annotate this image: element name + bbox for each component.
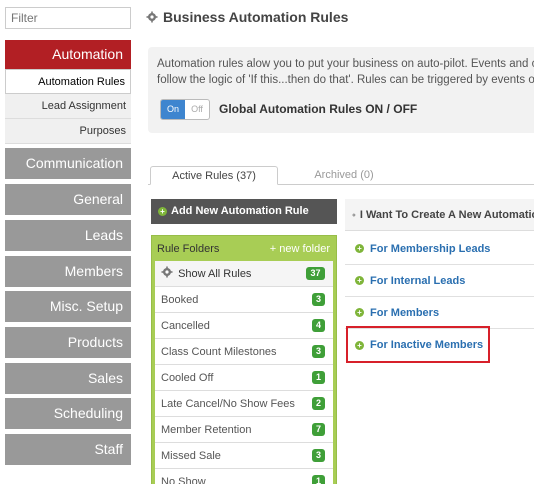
folder-label: Show All Rules <box>178 268 252 280</box>
page-title: Business Automation Rules <box>146 9 348 25</box>
folder-label: Missed Sale <box>161 450 221 462</box>
highlight-box <box>346 326 490 363</box>
nav-purposes[interactable]: Purposes <box>5 119 131 144</box>
plus-icon: + <box>355 308 364 317</box>
plus-icon: + <box>158 207 167 216</box>
rule-folders-panel: Rule Folders + new folder Show All Rules… <box>151 235 337 484</box>
folder-count-badge: 1 <box>312 371 325 384</box>
folder-item[interactable]: Late Cancel/No Show Fees 2 <box>155 391 333 417</box>
info-text: Automation rules alow you to put your bu… <box>157 56 534 88</box>
filter-input[interactable] <box>5 7 131 29</box>
toggle-off[interactable]: Off <box>185 100 209 119</box>
toggle-label: Global Automation Rules ON / OFF <box>219 102 418 116</box>
gear-icon <box>352 212 356 217</box>
rule-item-label: For Members <box>370 306 440 319</box>
folder-item[interactable]: Class Count Milestones 3 <box>155 339 333 365</box>
toggle-on[interactable]: On <box>161 100 185 119</box>
folder-count-badge: 3 <box>312 293 325 306</box>
folder-count-badge: 1 <box>312 475 325 484</box>
rule-item-label: For Membership Leads <box>370 242 491 255</box>
global-automation-toggle[interactable]: On Off <box>160 99 210 120</box>
tab-archived[interactable]: Archived (0) <box>280 166 408 185</box>
nav-members[interactable]: Members <box>5 256 131 287</box>
folder-label: Member Retention <box>161 424 252 436</box>
new-folder-link[interactable]: + new folder <box>270 243 330 255</box>
folder-count-badge: 7 <box>312 423 325 436</box>
create-for-members[interactable]: + For Members <box>345 297 534 329</box>
nav-leads[interactable]: Leads <box>5 220 131 251</box>
nav-scheduling[interactable]: Scheduling <box>5 398 131 429</box>
plus-icon: + <box>355 276 364 285</box>
folder-label: Booked <box>161 294 199 306</box>
create-automation-header: I Want To Create A New Automation <box>345 199 534 231</box>
folder-item[interactable]: Member Retention 7 <box>155 417 333 443</box>
rule-item-label: For Internal Leads <box>370 274 466 287</box>
folder-item[interactable]: Missed Sale 3 <box>155 443 333 469</box>
page-title-text: Business Automation Rules <box>163 9 349 25</box>
folder-count-badge: 2 <box>312 397 325 410</box>
info-box: Automation rules alow you to put your bu… <box>148 47 534 133</box>
info-line-1: Automation rules alow you to put your bu… <box>157 58 534 70</box>
folder-list: Show All Rules 37 Booked 3 Cancelled 4 C… <box>155 261 333 484</box>
folder-count-badge: 3 <box>312 345 325 358</box>
folder-item[interactable]: Cooled Off 1 <box>155 365 333 391</box>
nav-automation[interactable]: Automation <box>5 40 131 69</box>
nav-general[interactable]: General <box>5 184 131 215</box>
folder-item[interactable]: No Show 1 <box>155 469 333 484</box>
folder-show-all[interactable]: Show All Rules 37 <box>155 261 333 287</box>
gear-icon <box>146 11 158 23</box>
create-for-internal-leads[interactable]: + For Internal Leads <box>345 265 534 297</box>
nav-automation-rules[interactable]: Automation Rules <box>5 69 131 94</box>
create-header-text: I Want To Create A New Automation <box>359 208 534 221</box>
create-for-membership-leads[interactable]: + For Membership Leads <box>345 233 534 265</box>
nav-sales[interactable]: Sales <box>5 363 131 394</box>
folder-item[interactable]: Booked 3 <box>155 287 333 313</box>
add-rule-label: Add New Automation Rule <box>171 205 309 217</box>
folder-label: Cooled Off <box>161 372 214 384</box>
folder-count-badge: 4 <box>312 319 325 332</box>
folder-label: No Show <box>161 476 206 484</box>
folder-item[interactable]: Cancelled 4 <box>155 313 333 339</box>
folder-label: Late Cancel/No Show Fees <box>161 398 295 410</box>
nav-lead-assignment[interactable]: Lead Assignment <box>5 94 131 119</box>
folder-label: Class Count Milestones <box>161 346 277 358</box>
tab-active-rules[interactable]: Active Rules (37) <box>150 166 278 185</box>
nav-products[interactable]: Products <box>5 327 131 358</box>
plus-icon: + <box>355 244 364 253</box>
add-rule-button[interactable]: + Add New Automation Rule <box>151 199 337 224</box>
nav-staff[interactable]: Staff <box>5 434 131 465</box>
folder-count-badge: 37 <box>306 267 325 280</box>
nav-communication[interactable]: Communication <box>5 148 131 179</box>
folder-count-badge: 3 <box>312 449 325 462</box>
folders-header: Rule Folders <box>157 243 220 255</box>
info-line-2: follow the logic of 'If this...then do t… <box>157 74 534 86</box>
folder-label: Cancelled <box>161 320 210 332</box>
nav-misc-setup[interactable]: Misc. Setup <box>5 291 131 322</box>
gear-icon <box>161 266 173 278</box>
